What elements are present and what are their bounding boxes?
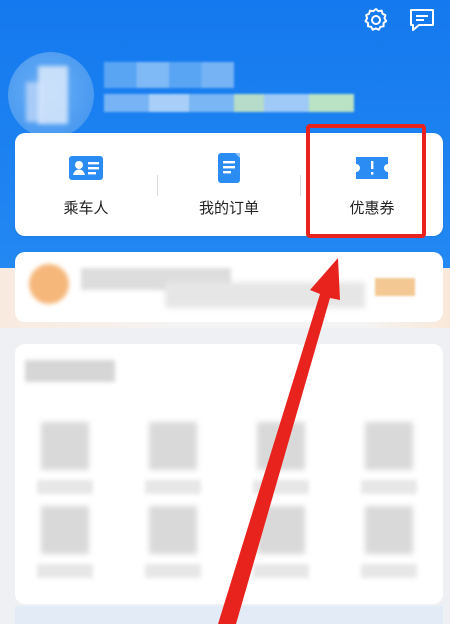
service-tile[interactable]: [41, 422, 89, 470]
message-icon[interactable]: [408, 6, 436, 34]
service-tile[interactable]: [149, 506, 197, 554]
service-tile-label: [253, 564, 309, 578]
coupon-highlight-box: [306, 124, 426, 238]
membership-card-obscured[interactable]: [15, 252, 443, 322]
user-info-obscured: [104, 94, 354, 112]
service-tile-label: [361, 564, 417, 578]
service-tile[interactable]: [257, 506, 305, 554]
service-tile-label: [145, 480, 201, 494]
services-panel-obscured: [15, 344, 443, 604]
service-tile-label: [361, 480, 417, 494]
service-tile-label: [37, 480, 93, 494]
service-tile[interactable]: [365, 506, 413, 554]
service-tile-label: [145, 564, 201, 578]
bottom-strip: [15, 606, 443, 624]
service-tile-label: [253, 480, 309, 494]
username-obscured: [104, 62, 234, 88]
service-tile[interactable]: [365, 422, 413, 470]
passengers-label: 乘车人: [63, 199, 109, 217]
service-tile[interactable]: [149, 422, 197, 470]
avatar[interactable]: [8, 52, 94, 138]
header-toolbar: [362, 6, 436, 34]
my-orders-button[interactable]: 我的订单: [158, 133, 300, 236]
my-orders-label: 我的订单: [198, 199, 259, 217]
passengers-button[interactable]: 乘车人: [15, 133, 157, 236]
orders-icon: [218, 153, 240, 183]
service-tile[interactable]: [41, 506, 89, 554]
passenger-card-icon: [69, 156, 103, 180]
gear-icon[interactable]: [362, 6, 390, 34]
service-tile[interactable]: [257, 422, 305, 470]
service-tile-label: [37, 564, 93, 578]
services-title-obscured: [25, 360, 115, 382]
